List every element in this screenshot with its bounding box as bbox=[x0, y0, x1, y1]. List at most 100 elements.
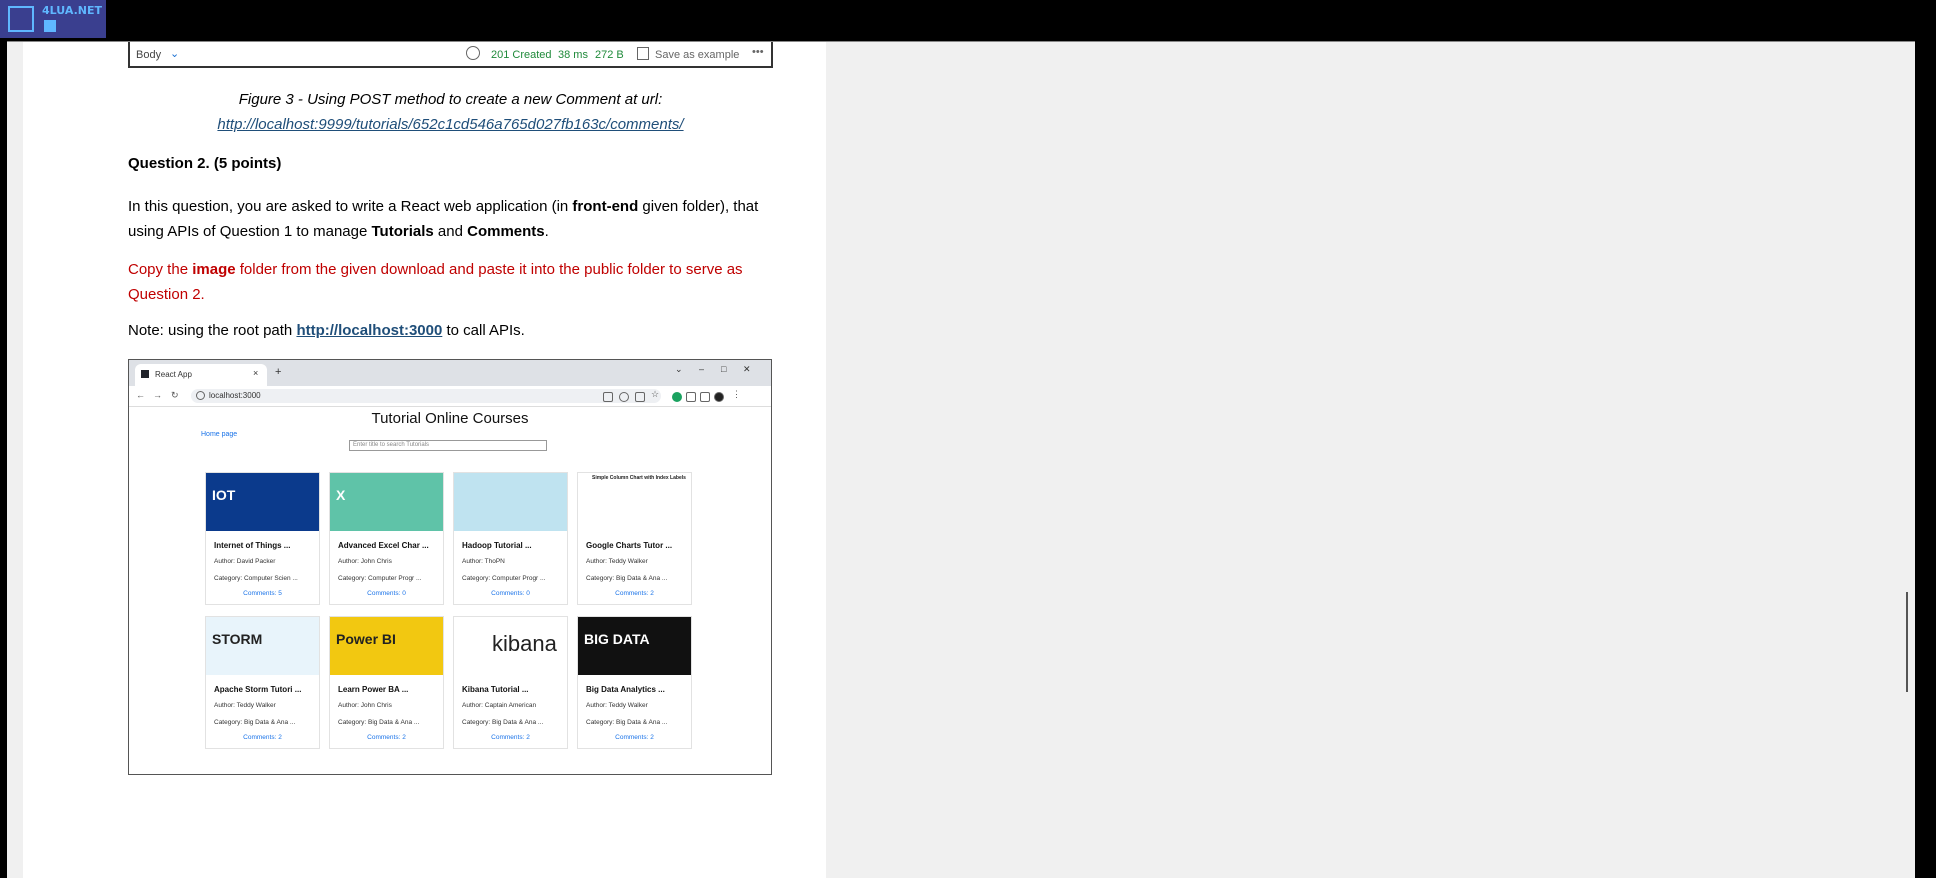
tutorial-card[interactable]: BIG DATA Big Data Analytics ... Author: Te… bbox=[577, 616, 692, 749]
figure-caption: Figure 3 - Using POST method to create a… bbox=[238, 91, 663, 108]
tutorial-thumbnail[interactable]: kibana bbox=[454, 617, 567, 675]
card-title: Kibana Tutorial ... bbox=[462, 685, 529, 694]
question-title: Question 2. (5 points) bbox=[128, 155, 282, 172]
response-size: 272 B bbox=[595, 49, 624, 61]
tutorial-thumbnail[interactable] bbox=[454, 473, 567, 531]
card-category: Category: Computer Progr ... bbox=[462, 575, 546, 582]
tutorial-thumbnail[interactable]: IOT bbox=[206, 473, 319, 531]
text-run: In this question, you are asked to write… bbox=[128, 198, 573, 215]
card-title: Google Charts Tutor ... bbox=[586, 541, 673, 550]
card-category: Category: Big Data & Ana ... bbox=[586, 719, 668, 726]
card-author: Author: John Chris bbox=[338, 558, 392, 565]
chip-icon bbox=[8, 6, 34, 32]
text-run-bold: front-end bbox=[572, 198, 639, 215]
tutorial-card[interactable]: kibana Kibana Tutorial ... Author: Captain… bbox=[453, 616, 568, 749]
home-page-link[interactable]: Home page bbox=[201, 431, 237, 438]
card-author: Author: Teddy Walker bbox=[214, 702, 276, 709]
card-category: Category: Computer Scien ... bbox=[214, 575, 298, 582]
save-icon bbox=[637, 47, 649, 60]
address-text: localhost:3000 bbox=[209, 391, 261, 400]
tutorial-thumbnail[interactable]: Simple Column Chart with Index Labels bbox=[578, 473, 691, 531]
reload-icon[interactable]: ↻ bbox=[171, 390, 179, 401]
postman-response-strip: Body ⌄ 201 Created 38 ms 272 B Save as e… bbox=[128, 42, 773, 68]
install-icon[interactable] bbox=[603, 392, 613, 402]
card-comments-link[interactable]: Comments: 2 bbox=[578, 734, 691, 741]
thumbnail-text: STORM bbox=[212, 631, 263, 647]
text-run: Copy the bbox=[128, 261, 193, 278]
close-window-icon[interactable]: ✕ bbox=[743, 364, 751, 375]
watermark-text: 4LUA.NET bbox=[42, 4, 102, 17]
card-category: Category: Big Data & Ana ... bbox=[214, 719, 296, 726]
puzzle-icon[interactable] bbox=[686, 392, 696, 402]
embedded-browser-screenshot: React App × + ⌄ – □ ✕ ← → ↻ localhost:30… bbox=[128, 359, 772, 775]
text-run: given folder), that bbox=[638, 198, 759, 215]
paragraph-red-instruction: Copy the image folder from the given dow… bbox=[128, 257, 788, 307]
tutorial-thumbnail[interactable]: X bbox=[330, 473, 443, 531]
tab-title: React App bbox=[155, 370, 192, 379]
text-run: and bbox=[433, 223, 468, 240]
card-author: Author: ThoPN bbox=[462, 558, 505, 565]
card-comments-link[interactable]: Comments: 2 bbox=[206, 734, 319, 741]
card-title: Internet of Things ... bbox=[214, 541, 291, 550]
avatar-icon[interactable] bbox=[714, 392, 724, 402]
minimize-icon[interactable]: – bbox=[699, 364, 704, 374]
body-label: Body bbox=[136, 49, 162, 61]
tutorial-card[interactable]: X Advanced Excel Char ... Author: John Chr… bbox=[329, 472, 444, 605]
sidebar-icon[interactable] bbox=[700, 392, 710, 402]
card-author: Author: David Packer bbox=[214, 558, 276, 565]
search-input[interactable]: Enter title to search Tutorials bbox=[349, 440, 547, 451]
share-icon[interactable] bbox=[635, 392, 645, 402]
top-bar bbox=[0, 0, 1936, 30]
chevron-down-icon[interactable]: ⌄ bbox=[675, 364, 683, 375]
watermark-logo: 4LUA.NET bbox=[0, 0, 106, 38]
new-tab-icon[interactable]: + bbox=[275, 366, 281, 378]
card-comments-link[interactable]: Comments: 2 bbox=[454, 734, 567, 741]
text-run-bold: image bbox=[192, 261, 236, 278]
card-comments-link[interactable]: Comments: 0 bbox=[330, 590, 443, 597]
back-arrow-icon[interactable]: ← bbox=[136, 390, 145, 400]
info-icon bbox=[196, 391, 205, 400]
extension-icon[interactable] bbox=[672, 392, 682, 402]
globe-icon bbox=[466, 46, 480, 60]
react-favicon-icon bbox=[141, 370, 149, 378]
zoom-icon[interactable] bbox=[619, 392, 629, 402]
text-run-bold: Comments bbox=[467, 223, 545, 240]
forward-arrow-icon[interactable]: → bbox=[153, 390, 162, 400]
caption-url-link[interactable]: http://localhost:9999/tutorials/652c1cd5… bbox=[217, 116, 683, 133]
card-comments-link[interactable]: Comments: 0 bbox=[454, 590, 567, 597]
card-comments-link[interactable]: Comments: 2 bbox=[578, 590, 691, 597]
scrollbar-thumb[interactable] bbox=[1906, 592, 1908, 692]
text-run: using APIs of Question 1 to manage bbox=[128, 223, 372, 240]
figure-caption-link-line: http://localhost:9999/tutorials/652c1cd5… bbox=[128, 116, 773, 133]
browser-toolbar: ← → ↻ localhost:3000 ☆ ⋮ bbox=[129, 386, 771, 407]
localhost-link[interactable]: http://localhost:3000 bbox=[296, 322, 442, 339]
card-category: Category: Big Data & Ana ... bbox=[462, 719, 544, 726]
kebab-menu-icon[interactable]: ⋮ bbox=[732, 389, 741, 400]
tutorial-thumbnail[interactable]: STORM bbox=[206, 617, 319, 675]
card-comments-link[interactable]: Comments: 5 bbox=[206, 590, 319, 597]
tutorial-card[interactable]: IOT Internet of Things ... Author: David P… bbox=[205, 472, 320, 605]
card-author: Author: Captain American bbox=[462, 702, 537, 709]
paragraph-intro: In this question, you are asked to write… bbox=[128, 194, 788, 244]
tutorial-card[interactable]: Simple Column Chart with Index Labels Goo… bbox=[577, 472, 692, 605]
thumbnail-text: IOT bbox=[212, 487, 236, 503]
browser-tab[interactable]: React App × bbox=[135, 364, 267, 386]
address-bar[interactable]: localhost:3000 bbox=[191, 389, 661, 403]
paragraph-note: Note: using the root path http://localho… bbox=[128, 322, 525, 339]
thumbnail-text: X bbox=[336, 487, 346, 503]
maximize-icon[interactable]: □ bbox=[721, 364, 726, 374]
tutorial-card[interactable]: Power BI Learn Power BA ... Author: John C… bbox=[329, 616, 444, 749]
card-category: Category: Computer Progr ... bbox=[338, 575, 422, 582]
tutorial-card[interactable]: Hadoop Tutorial ... Author: ThoPN Category… bbox=[453, 472, 568, 605]
card-author: Author: Teddy Walker bbox=[586, 558, 648, 565]
thumbnail-text: Power BI bbox=[336, 631, 396, 647]
text-run: . bbox=[544, 223, 549, 240]
card-comments-link[interactable]: Comments: 2 bbox=[330, 734, 443, 741]
tutorial-thumbnail[interactable]: BIG DATA bbox=[578, 617, 691, 675]
star-icon[interactable]: ☆ bbox=[651, 389, 659, 400]
text-run: folder from the given download and paste… bbox=[235, 261, 743, 278]
tutorial-thumbnail[interactable]: Power BI bbox=[330, 617, 443, 675]
tab-close-icon[interactable]: × bbox=[253, 368, 258, 378]
tutorial-card[interactable]: STORM Apache Storm Tutori ... Author: Tedd… bbox=[205, 616, 320, 749]
status-code: 201 Created bbox=[491, 49, 552, 61]
